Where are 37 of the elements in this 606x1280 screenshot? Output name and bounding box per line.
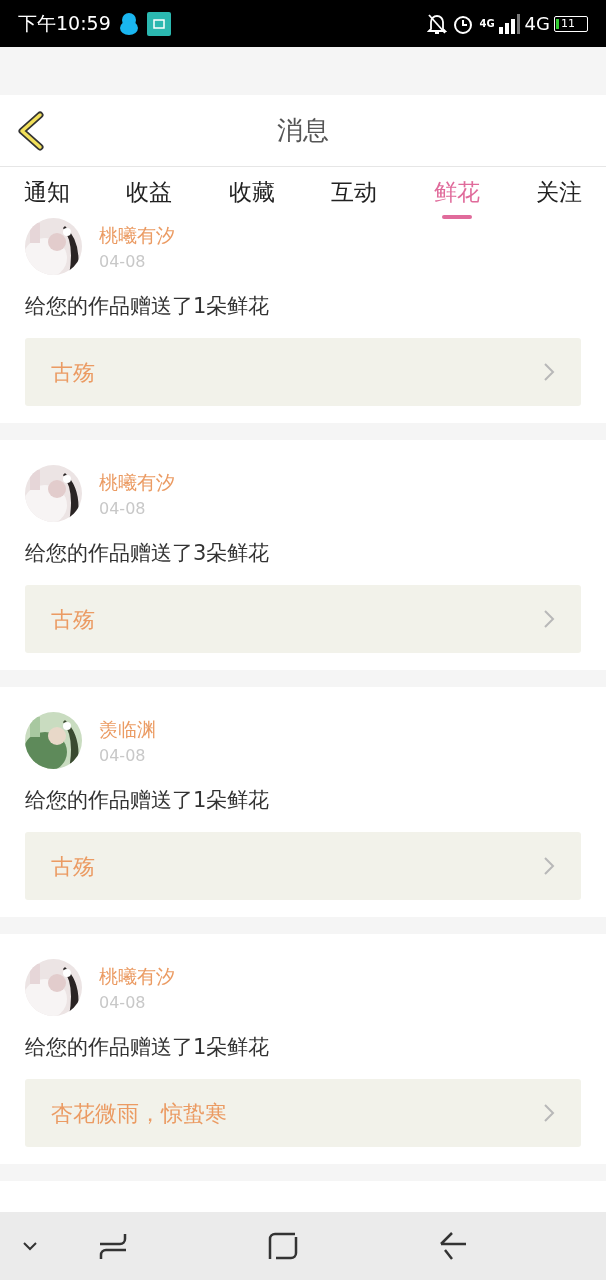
tab[interactable]: 收益	[126, 167, 173, 218]
tab[interactable]: 通知	[24, 167, 70, 218]
status-time: 下午10:59	[18, 11, 111, 37]
battery-level: 11	[561, 18, 575, 29]
home-icon[interactable]	[268, 1231, 298, 1261]
chevron-right-icon	[543, 1103, 555, 1123]
tab-indicator	[441, 215, 472, 219]
network-type: 4G	[524, 12, 550, 36]
tab[interactable]: 互动	[331, 167, 378, 218]
work-link[interactable]: 古殇	[25, 338, 581, 406]
tab[interactable]: 关注	[535, 167, 582, 218]
message-text: 给您的作品赠送了1朵鲜花	[25, 1034, 271, 1061]
work-link[interactable]: 古殇	[25, 832, 581, 900]
signal-icon	[498, 13, 521, 34]
chevron-right-icon	[543, 362, 555, 382]
tab[interactable]: 收藏	[228, 167, 275, 218]
recent-apps-icon[interactable]	[98, 1232, 128, 1260]
chevron-down-icon[interactable]	[22, 1241, 38, 1251]
message-text: 给您的作品赠送了1朵鲜花	[25, 787, 271, 814]
user-name[interactable]: 桃曦有汐	[99, 222, 175, 248]
work-link[interactable]: 古殇	[25, 585, 581, 653]
user-name[interactable]: 羡临渊	[99, 716, 156, 742]
back-button[interactable]	[16, 111, 46, 151]
back-arrow-icon[interactable]	[438, 1231, 468, 1261]
work-link[interactable]: 杏花微雨，惊蛰寒	[25, 1079, 581, 1147]
chevron-right-icon	[543, 609, 555, 629]
screenshot-icon	[146, 11, 171, 36]
user-name[interactable]: 桃曦有汐	[99, 963, 175, 989]
message-text: 给您的作品赠送了1朵鲜花	[25, 293, 271, 320]
message-text: 给您的作品赠送了3朵鲜花	[25, 540, 271, 567]
chevron-right-icon	[543, 856, 555, 876]
network-type-small: 4G	[479, 18, 495, 29]
tab[interactable]: 鲜花	[433, 167, 480, 218]
user-name[interactable]: 桃曦有汐	[99, 469, 175, 495]
page-title: 消息	[277, 114, 329, 147]
chevron-left-icon	[16, 111, 46, 151]
bell-off-icon	[427, 12, 448, 35]
